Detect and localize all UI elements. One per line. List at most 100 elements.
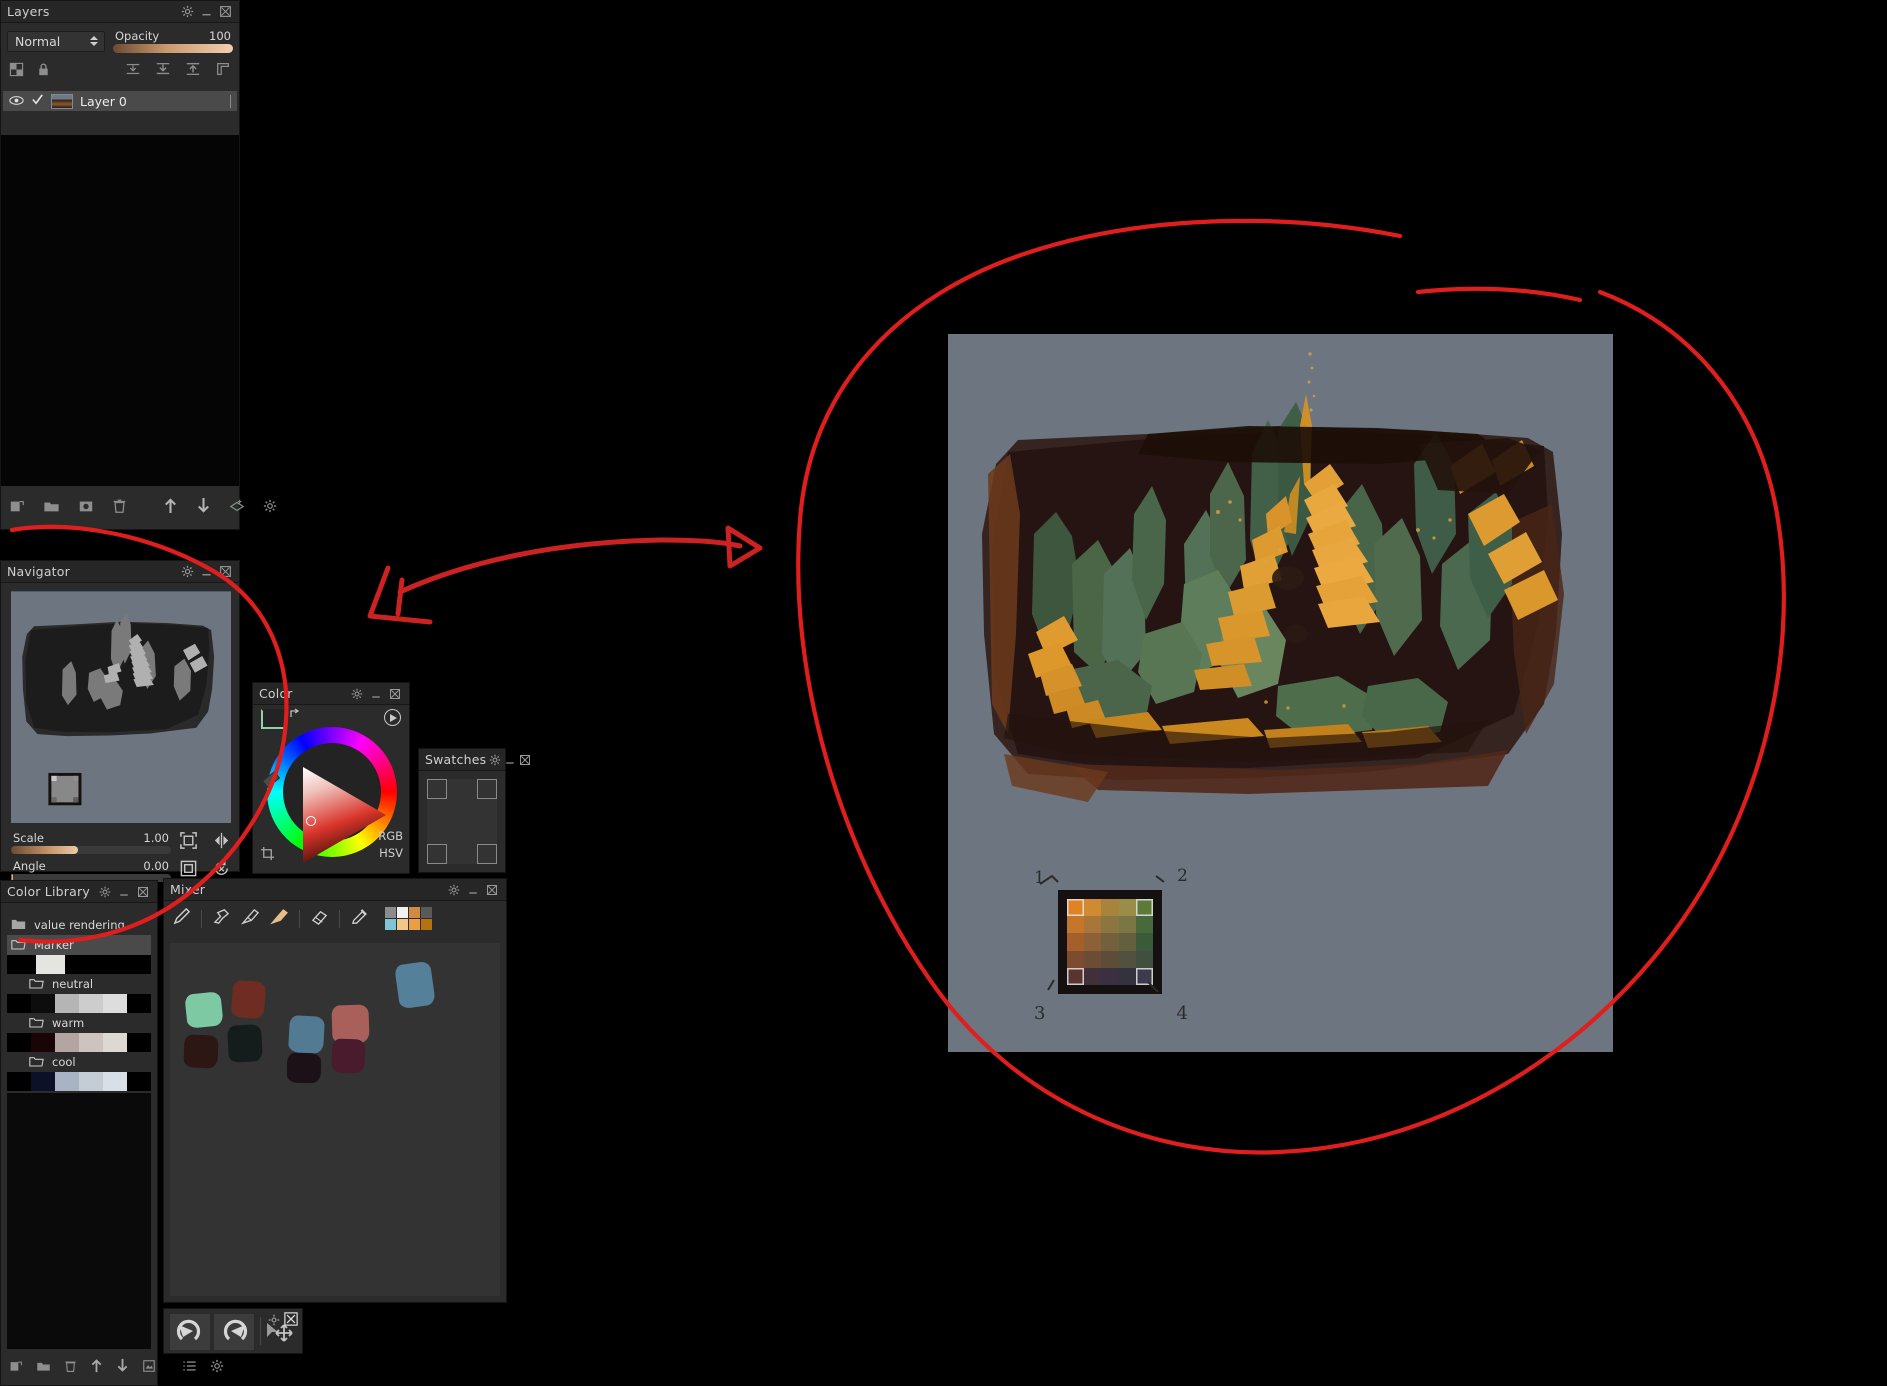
- color-library-swatch[interactable]: [35, 955, 65, 974]
- swatch-corner-bottomright[interactable]: [477, 844, 497, 864]
- duplicate-layer-icon[interactable]: [78, 498, 94, 518]
- mixer-color-chips[interactable]: [385, 907, 432, 930]
- settings-icon[interactable]: [268, 1311, 280, 1330]
- settings-icon[interactable]: [263, 498, 277, 517]
- opacity-slider[interactable]: Opacity 100: [113, 29, 233, 53]
- color-library-folder[interactable]: Marker: [7, 935, 151, 955]
- scale-slider[interactable]: Scale 1.00: [11, 831, 171, 855]
- play-icon[interactable]: [384, 709, 401, 726]
- mixer-chip[interactable]: [409, 919, 420, 930]
- mixer-chip[interactable]: [409, 907, 420, 918]
- mixer-paint-blob[interactable]: [394, 960, 436, 1010]
- minimize-icon[interactable]: [368, 686, 384, 702]
- rgb-mode-label[interactable]: RGB: [378, 829, 403, 843]
- collapse-up-icon[interactable]: [185, 61, 201, 81]
- settings-icon[interactable]: [97, 884, 113, 900]
- color-library-folder[interactable]: warm: [7, 1013, 151, 1033]
- color-library-swatch[interactable]: [93, 955, 123, 974]
- merge-down-icon[interactable]: [125, 61, 141, 81]
- color-library-empty-area[interactable]: [7, 1093, 151, 1349]
- new-folder-icon[interactable]: [36, 1358, 51, 1377]
- swatches-grid[interactable]: [427, 779, 497, 864]
- delete-layer-icon[interactable]: [112, 498, 127, 518]
- hue-marker[interactable]: [261, 771, 281, 788]
- mixer-chip[interactable]: [385, 907, 396, 918]
- close-icon[interactable]: [484, 882, 500, 898]
- new-swatch-icon[interactable]: [9, 1358, 23, 1377]
- fit-to-screen-icon[interactable]: [179, 831, 198, 854]
- mixer-paint-blob[interactable]: [184, 991, 224, 1029]
- color-library-swatch[interactable]: [127, 1033, 151, 1052]
- swatch-corner-topright[interactable]: [477, 779, 497, 799]
- settings-icon[interactable]: [210, 1358, 224, 1377]
- import-icon[interactable]: [142, 1358, 156, 1377]
- mixer-chip[interactable]: [421, 919, 432, 930]
- sv-marker[interactable]: [306, 816, 316, 826]
- mixer-chip[interactable]: [421, 907, 432, 918]
- layers-list-area[interactable]: [1, 135, 239, 486]
- swatch-corner-topleft[interactable]: [427, 779, 447, 799]
- close-icon[interactable]: [217, 564, 233, 580]
- navigator-panel-titlebar[interactable]: Navigator: [1, 561, 239, 583]
- minimize-icon[interactable]: [198, 564, 214, 580]
- color-library-swatch[interactable]: [79, 1033, 103, 1052]
- color-library-swatch-strip[interactable]: [7, 1072, 151, 1091]
- color-library-swatch[interactable]: [7, 955, 36, 974]
- color-library-swatch[interactable]: [103, 1033, 127, 1052]
- color-panel-titlebar[interactable]: Color: [253, 683, 409, 705]
- new-group-icon[interactable]: [43, 498, 60, 518]
- settings-icon[interactable]: [349, 686, 365, 702]
- mixer-chip[interactable]: [385, 919, 396, 930]
- color-library-swatch[interactable]: [127, 994, 151, 1013]
- dry-brush-icon[interactable]: [240, 907, 260, 930]
- eyedropper-icon[interactable]: [350, 907, 369, 930]
- close-icon[interactable]: [284, 1311, 298, 1330]
- color-library-folder[interactable]: value rendering: [7, 915, 151, 935]
- color-library-swatch[interactable]: [55, 994, 79, 1013]
- color-library-swatch[interactable]: [55, 1033, 79, 1052]
- brush-icon[interactable]: [172, 907, 191, 930]
- lock-icon[interactable]: [36, 62, 51, 81]
- layer-name[interactable]: Layer 0: [80, 94, 127, 109]
- main-canvas[interactable]: 1 2 3 4: [948, 334, 1613, 1052]
- layer-thumbnail[interactable]: [51, 93, 73, 109]
- layers-panel-titlebar[interactable]: Layers: [1, 1, 239, 23]
- move-up-icon[interactable]: [163, 497, 178, 518]
- mixer-paint-blob[interactable]: [227, 1024, 263, 1063]
- color-library-swatch[interactable]: [31, 1072, 55, 1091]
- move-down-icon[interactable]: [116, 1358, 129, 1377]
- collapse-down-icon[interactable]: [155, 61, 171, 81]
- delete-icon[interactable]: [64, 1358, 77, 1377]
- color-library-swatch-strip[interactable]: [7, 994, 151, 1013]
- close-icon[interactable]: [135, 884, 151, 900]
- settings-icon[interactable]: [489, 752, 501, 768]
- color-library-swatch[interactable]: [103, 1072, 127, 1091]
- close-icon[interactable]: [519, 752, 531, 768]
- color-library-swatch[interactable]: [31, 1033, 55, 1052]
- navigator-thumbnail[interactable]: [11, 591, 231, 823]
- crop-icon[interactable]: [260, 846, 275, 865]
- minimize-icon[interactable]: [116, 884, 132, 900]
- settings-icon[interactable]: [446, 882, 462, 898]
- palette-knife-icon[interactable]: [212, 907, 231, 930]
- color-library-swatch[interactable]: [31, 994, 55, 1013]
- color-library-titlebar[interactable]: Color Library: [1, 881, 157, 903]
- mixer-paint-blob[interactable]: [288, 1015, 325, 1054]
- eye-icon[interactable]: [9, 94, 24, 109]
- color-library-folder[interactable]: neutral: [7, 974, 151, 994]
- mixer-paint-blob[interactable]: [230, 979, 267, 1020]
- undo-button[interactable]: [170, 1314, 210, 1350]
- minimize-icon[interactable]: [465, 882, 481, 898]
- merge-icon[interactable]: [229, 498, 245, 518]
- color-library-list[interactable]: value renderingMarkerneutralwarmcoolPale…: [7, 915, 151, 1111]
- mixer-chip[interactable]: [397, 919, 408, 930]
- mirror-icon[interactable]: [212, 831, 231, 854]
- check-icon[interactable]: [31, 93, 44, 109]
- color-library-swatch[interactable]: [79, 1072, 103, 1091]
- color-library-swatch[interactable]: [7, 994, 31, 1013]
- mixer-chip[interactable]: [397, 907, 408, 918]
- color-library-swatch[interactable]: [55, 1072, 79, 1091]
- palette-grid-overlay[interactable]: 1 2 3 4: [1034, 866, 1188, 1024]
- color-library-swatch[interactable]: [7, 1033, 31, 1052]
- color-library-swatch[interactable]: [122, 955, 151, 974]
